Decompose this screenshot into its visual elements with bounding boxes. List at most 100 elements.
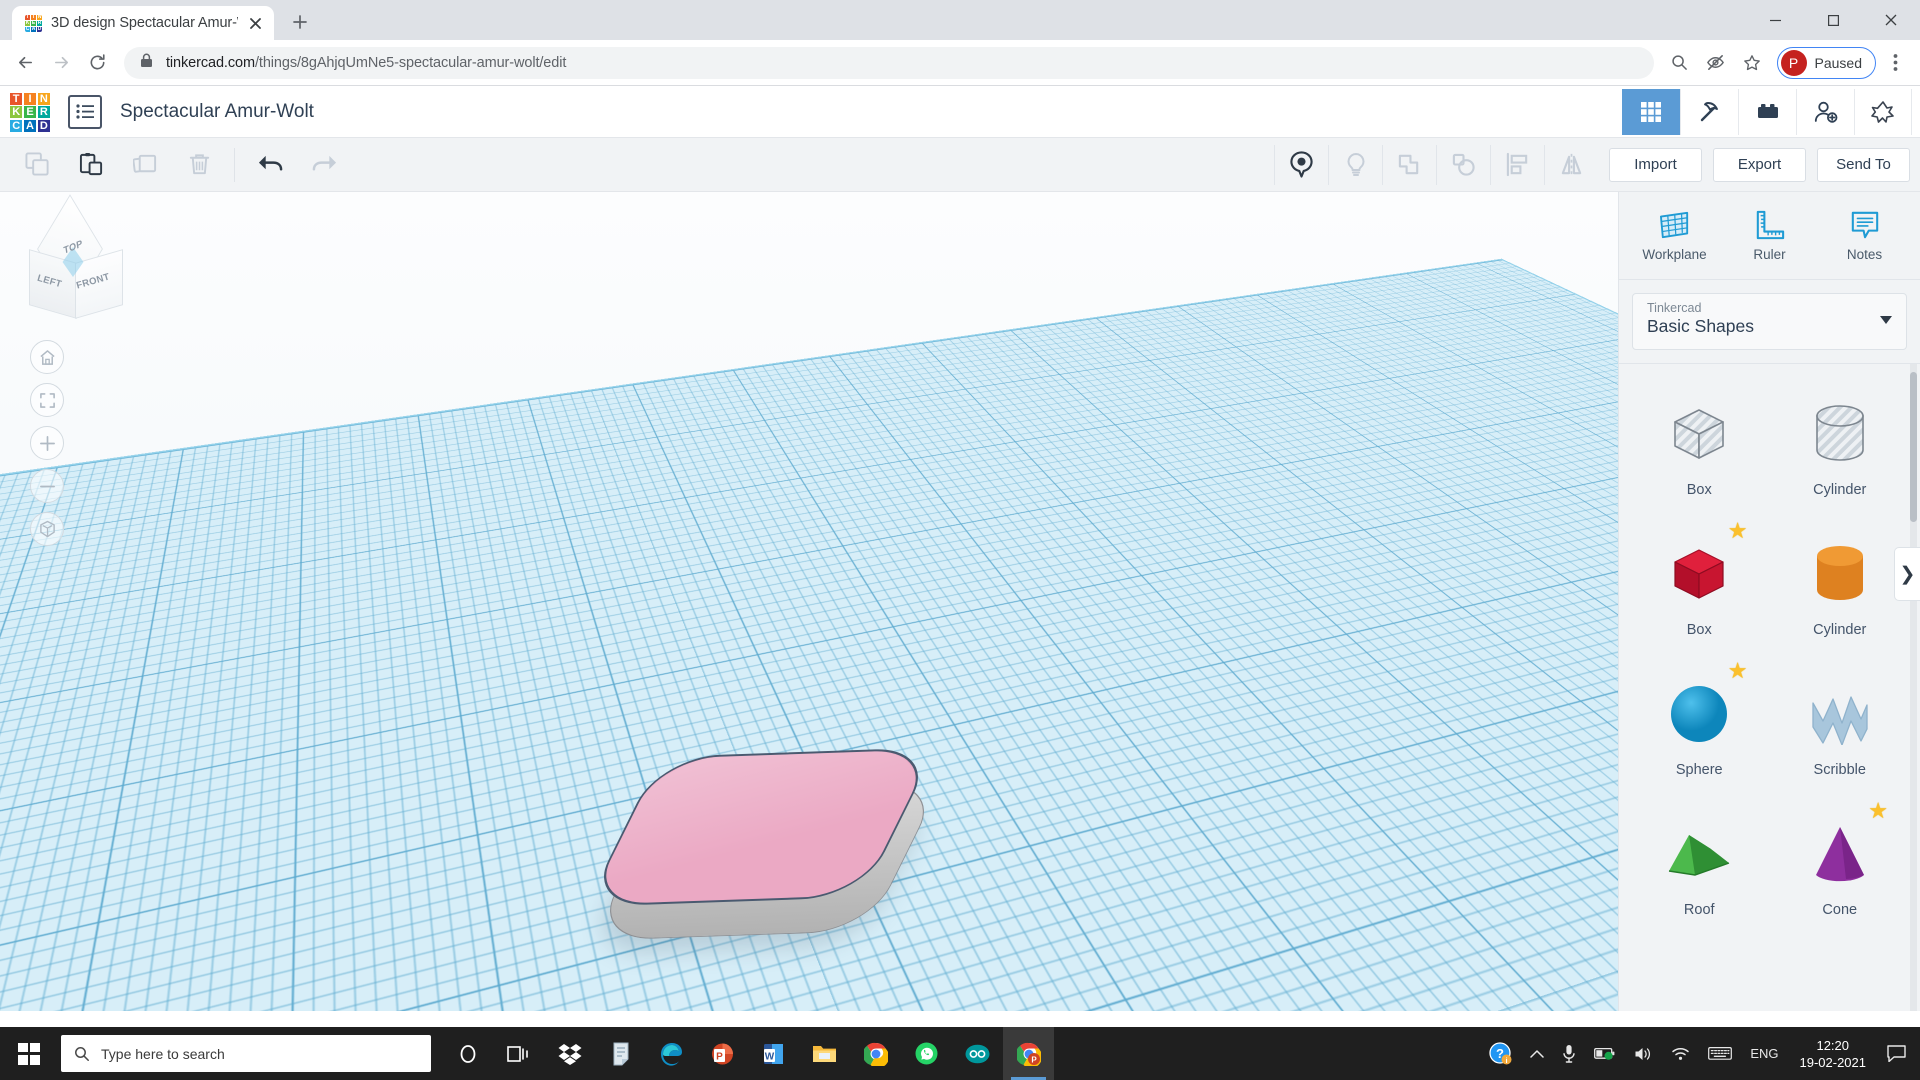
- svg-text:P: P: [1031, 1055, 1037, 1064]
- rounded-box-model[interactable]: [585, 747, 943, 962]
- shape-item[interactable]: Cylinder: [1770, 518, 1911, 658]
- align-icon[interactable]: [1490, 144, 1544, 185]
- forward-button[interactable]: [44, 45, 79, 80]
- tab-strip: TIN KER CAD 3D design Spectacular Amur-W…: [0, 0, 1920, 40]
- autodesk-logo-icon[interactable]: [1854, 88, 1912, 135]
- word-icon[interactable]: W: [748, 1027, 799, 1080]
- browser-chrome: TIN KER CAD 3D design Spectacular Amur-W…: [0, 0, 1920, 86]
- back-button[interactable]: [8, 45, 43, 80]
- toolbar-right-icons: [1274, 144, 1598, 185]
- hole-cylinder-icon: [1807, 390, 1873, 478]
- reload-button[interactable]: [80, 45, 115, 80]
- duplicate-icon[interactable]: [118, 145, 172, 185]
- notes-tool[interactable]: Notes: [1823, 210, 1907, 262]
- dropbox-icon[interactable]: [544, 1027, 595, 1080]
- show-hidden-icons-icon[interactable]: [1521, 1027, 1553, 1080]
- orthographic-toggle-icon[interactable]: [30, 512, 64, 546]
- toolbar-divider: [234, 147, 235, 182]
- copy-icon[interactable]: [10, 145, 64, 185]
- new-tab-button[interactable]: [283, 5, 317, 39]
- minimize-button[interactable]: [1746, 0, 1804, 40]
- system-tray: ? i ENG 12:20 19-02-2021: [1480, 1027, 1920, 1080]
- shape-item[interactable]: Roof: [1629, 798, 1770, 938]
- undo-icon[interactable]: [243, 145, 297, 185]
- sticky-notes-icon[interactable]: [595, 1027, 646, 1080]
- paste-icon[interactable]: [64, 145, 118, 185]
- wifi-icon[interactable]: [1662, 1027, 1699, 1080]
- grid-icon[interactable]: [1622, 88, 1680, 135]
- shapes-grid-container[interactable]: Box Cylinder ★ Box Cylinder ★ Sphere Scr…: [1619, 363, 1920, 1011]
- import-button[interactable]: Import: [1609, 147, 1702, 182]
- eye-off-icon[interactable]: [1699, 46, 1733, 80]
- shape-item[interactable]: Box: [1629, 378, 1770, 518]
- ungroup-icon[interactable]: [1436, 144, 1490, 185]
- zoom-in-icon[interactable]: [30, 426, 64, 460]
- roof-icon: [1663, 810, 1735, 898]
- whatsapp-icon[interactable]: [901, 1027, 952, 1080]
- shape-item[interactable]: Scribble: [1770, 658, 1911, 798]
- shape-library-select[interactable]: Tinkercad Basic Shapes: [1632, 293, 1907, 350]
- browser-tab[interactable]: TIN KER CAD 3D design Spectacular Amur-W…: [12, 6, 274, 40]
- ruler-tool-label: Ruler: [1753, 246, 1786, 262]
- send-to-button[interactable]: Send To: [1817, 147, 1910, 182]
- volume-icon[interactable]: [1625, 1027, 1662, 1080]
- cone-icon: [1807, 810, 1873, 898]
- start-button[interactable]: [0, 1027, 58, 1080]
- star-icon[interactable]: [1735, 46, 1769, 80]
- notes-icon: [1851, 211, 1878, 238]
- group-icon[interactable]: [1382, 144, 1436, 185]
- close-window-button[interactable]: [1862, 0, 1920, 40]
- microsoft-edge-icon[interactable]: [646, 1027, 697, 1080]
- shape-item[interactable]: ★ Sphere: [1629, 658, 1770, 798]
- tinkercad-logo[interactable]: TIN KER CAD: [10, 92, 50, 132]
- search-input[interactable]: Type here to search: [61, 1035, 431, 1072]
- lego-brick-icon[interactable]: [1738, 88, 1796, 135]
- chrome-icon[interactable]: [850, 1027, 901, 1080]
- search-icon[interactable]: [1663, 46, 1697, 80]
- editor-stage[interactable]: TOP LEFT FRONT Edit Grid Snap Grid 1.0 m…: [0, 192, 1920, 1011]
- address-bar[interactable]: tinkercad.com/things/8gAhjqUmNe5-spectac…: [124, 46, 1654, 79]
- light-bulb-icon[interactable]: [1328, 144, 1382, 185]
- shapes-panel: Workplane Ruler Notes Tinkercad Basic Sh…: [1618, 192, 1920, 1011]
- view-cube[interactable]: TOP LEFT FRONT: [22, 194, 123, 319]
- collapse-panel-handle[interactable]: ❯: [1894, 547, 1920, 601]
- home-view-icon[interactable]: [30, 340, 64, 374]
- project-panel-toggle[interactable]: [68, 94, 102, 129]
- keyboard-icon[interactable]: [1699, 1027, 1741, 1080]
- close-tab-icon[interactable]: [247, 15, 264, 32]
- shape-item[interactable]: Cylinder: [1770, 378, 1911, 518]
- star-icon: ★: [1727, 518, 1748, 543]
- action-center-icon[interactable]: [1878, 1027, 1915, 1080]
- workplane-tool[interactable]: Workplane: [1633, 210, 1717, 262]
- pickaxe-icon[interactable]: [1680, 88, 1738, 135]
- file-explorer-icon[interactable]: [799, 1027, 850, 1080]
- invite-person-icon[interactable]: [1796, 88, 1854, 135]
- shape-label: Box: [1686, 622, 1712, 638]
- maximize-button[interactable]: [1804, 0, 1862, 40]
- shape-item[interactable]: ★ Cone: [1770, 798, 1911, 938]
- zoom-out-icon[interactable]: [30, 469, 64, 503]
- clock[interactable]: 12:20 19-02-2021: [1788, 1027, 1879, 1080]
- omnibox-bar: tinkercad.com/things/8gAhjqUmNe5-spectac…: [0, 40, 1920, 86]
- microphone-icon[interactable]: [1553, 1027, 1585, 1080]
- export-button[interactable]: Export: [1713, 147, 1806, 182]
- battery-icon[interactable]: [1585, 1027, 1625, 1080]
- shape-item[interactable]: ★ Box: [1629, 518, 1770, 658]
- shapes-scrollbar-thumb[interactable]: [1910, 372, 1917, 522]
- solid-hole-icon[interactable]: [1274, 144, 1328, 185]
- help-icon[interactable]: ? i: [1480, 1027, 1521, 1080]
- task-view-icon[interactable]: [493, 1027, 544, 1080]
- cortana-icon[interactable]: [442, 1027, 493, 1080]
- chrome-menu-icon[interactable]: [1878, 46, 1912, 80]
- powerpoint-icon[interactable]: P: [697, 1027, 748, 1080]
- fit-to-view-icon[interactable]: [30, 383, 64, 417]
- profile-paused-pill[interactable]: P Paused: [1776, 46, 1876, 79]
- redo-icon[interactable]: [297, 145, 351, 185]
- delete-icon[interactable]: [172, 145, 226, 185]
- mirror-icon[interactable]: [1544, 144, 1598, 185]
- ruler-tool[interactable]: Ruler: [1728, 210, 1812, 262]
- arduino-icon[interactable]: [952, 1027, 1003, 1080]
- language-indicator[interactable]: ENG: [1741, 1027, 1787, 1080]
- chrome-active-icon[interactable]: P: [1003, 1027, 1054, 1080]
- lock-icon: [140, 53, 153, 73]
